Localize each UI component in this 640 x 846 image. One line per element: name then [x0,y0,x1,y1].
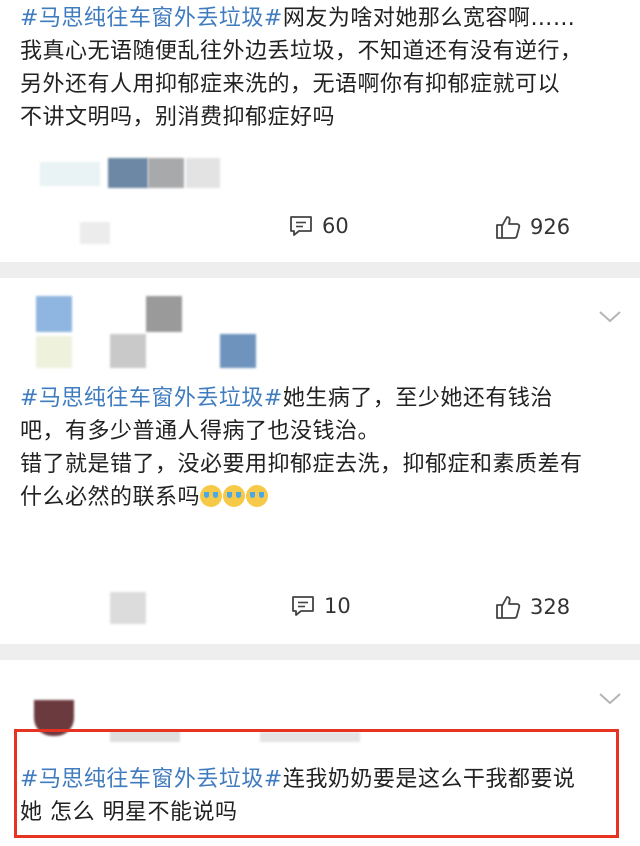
post-2-comment-count: 10 [324,594,351,618]
blurred-image [186,158,220,188]
post-1-text: #马思纯往车窗外丢垃圾#网友为啥对她那么宽容啊…… 我真心无语随便乱往外边丢垃圾… [20,2,625,134]
highlight-box [14,729,619,838]
blurred-image [148,158,184,188]
post-1-line-4: 不讲文明吗，别消费抑郁症好吗 [20,105,336,130]
avatar [36,336,72,368]
crying-face-icon [200,485,223,507]
blurred-image [40,162,100,186]
post-1-line-2: 我真心无语随便乱往外边丢垃圾，不知道还有没有逆行， [20,39,583,64]
post-2-text: #马思纯往车窗外丢垃圾#她生病了，至少她还有钱治 吧，有多少普通人得病了也没钱治… [20,382,625,514]
post-2-line-1: 她生病了，至少她还有钱治 [282,386,553,411]
post-1-actions: 60 926 [0,214,640,254]
post-2: #马思纯往车窗外丢垃圾#她生病了，至少她还有钱治 吧，有多少普通人得病了也没钱治… [0,278,640,644]
post-1-line-3: 另外还有人用抑郁症来洗的，无语啊你有抑郁症就可以 [20,72,561,97]
chevron-down-icon[interactable] [598,692,622,706]
post-2-actions: 10 328 [0,594,640,634]
post-1-comment-button[interactable]: 60 [288,214,349,238]
avatar [36,296,72,332]
crying-face-icon [246,485,269,507]
comment-icon [292,596,314,616]
post-1-hashtag[interactable]: #马思纯往车窗外丢垃圾# [20,6,283,31]
thumbs-up-icon [496,216,521,239]
separator [0,262,640,278]
post-2-line-4: 什么必然的联系吗 [20,485,201,510]
post-1-like-count: 926 [530,215,571,239]
chevron-down-icon[interactable] [598,310,622,324]
post-1-line-1: 网友为啥对她那么宽容啊…… [282,6,576,31]
blurred-username [220,334,256,368]
separator [0,644,640,660]
blurred-username [146,296,182,332]
post-1-like-button[interactable]: 926 [494,214,570,240]
post-2-comment-button[interactable]: 10 [290,594,351,618]
post-2-like-button[interactable]: 328 [494,594,570,620]
comment-icon [290,216,312,236]
thumbs-up-icon [496,596,521,619]
post-1-comment-count: 60 [322,214,349,238]
blurred-image [108,158,148,188]
crying-face-icon [223,485,246,507]
post-1: #马思纯往车窗外丢垃圾#网友为啥对她那么宽容啊…… 我真心无语随便乱往外边丢垃圾… [0,0,640,262]
post-2-line-3: 错了就是错了，没必要用抑郁症去洗，抑郁症和素质差有 [20,452,583,477]
post-2-line-2: 吧，有多少普通人得病了也没钱治。 [20,419,381,444]
blurred-username [110,334,146,368]
post-2-like-count: 328 [530,595,571,619]
post-2-hashtag[interactable]: #马思纯往车窗外丢垃圾# [20,386,283,411]
